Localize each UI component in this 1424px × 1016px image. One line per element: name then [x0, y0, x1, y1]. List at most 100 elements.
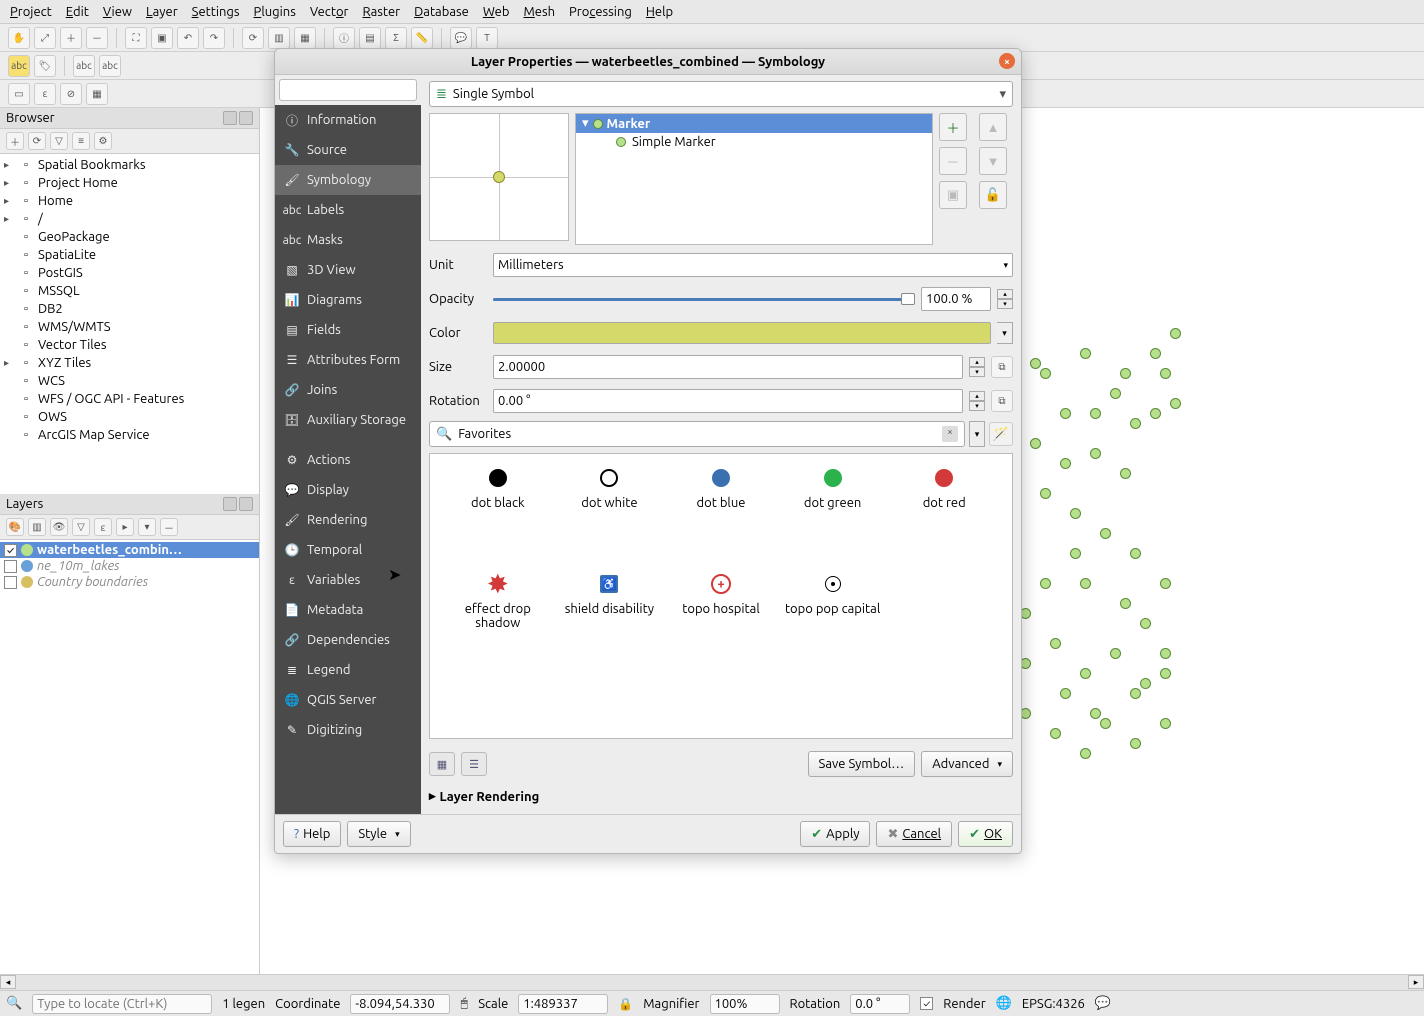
browser-item[interactable]: ▫WMS/WMTS — [0, 318, 259, 336]
layer-item[interactable]: ne_10m_lakes — [0, 558, 259, 574]
browser-item[interactable]: ▫PostGIS — [0, 264, 259, 282]
menu-database[interactable]: Database — [414, 5, 469, 19]
symbol-type-dropdown[interactable]: ≣ Single Symbol ▾ — [429, 81, 1013, 107]
crs-icon[interactable]: 🌐 — [996, 996, 1012, 1011]
color-dropdown[interactable]: ▾ — [997, 322, 1013, 344]
layer-rendering-expander[interactable]: ▸ Layer Rendering — [429, 783, 1013, 806]
browser-item[interactable]: ▫WFS / OGC API - Features — [0, 390, 259, 408]
layer-add-group-icon[interactable]: ▥ — [28, 518, 46, 536]
dialog-titlebar[interactable]: Layer Properties — waterbeetles_combined… — [275, 49, 1021, 75]
category-actions[interactable]: ⚙Actions — [275, 445, 421, 475]
epsg-label[interactable]: EPSG:4326 — [1022, 997, 1085, 1011]
rotation-input[interactable] — [850, 994, 910, 1014]
zoom-in-icon[interactable]: ＋ — [60, 27, 82, 49]
category-fields[interactable]: ▤Fields — [275, 315, 421, 345]
symbol-item[interactable]: topo pop capital — [777, 572, 889, 668]
scale-input[interactable] — [518, 994, 608, 1014]
locator-input[interactable] — [32, 994, 212, 1014]
label-move-icon[interactable]: abc — [73, 55, 95, 77]
category-dependencies[interactable]: 🔗Dependencies — [275, 625, 421, 655]
favorites-dropdown[interactable]: 🔍 Favorites × — [429, 421, 965, 447]
browser-close-icon[interactable] — [239, 111, 253, 125]
layer-checkbox[interactable] — [4, 560, 17, 573]
symbol-item[interactable]: ✸effect drop shadow — [442, 572, 554, 668]
browser-item[interactable]: ▫Vector Tiles — [0, 336, 259, 354]
layer-expr-icon[interactable]: ε — [94, 518, 112, 536]
symbol-item[interactable]: +topo hospital — [665, 572, 777, 668]
color-swatch[interactable] — [493, 322, 991, 344]
category-legend[interactable]: ≣Legend — [275, 655, 421, 685]
remove-symbol-layer-button[interactable]: － — [939, 147, 967, 175]
symbol-item[interactable]: ♿shield disability — [554, 572, 666, 668]
unit-dropdown[interactable]: Millimeters▾ — [493, 253, 1013, 277]
label-icon[interactable]: abc — [8, 55, 30, 77]
browser-item[interactable]: ▸▫Project Home — [0, 174, 259, 192]
select-by-expression-icon[interactable]: ε — [34, 83, 56, 105]
rotation-field[interactable]: 0.00 ° — [493, 389, 963, 413]
symbol-grid[interactable]: dot blackdot whitedot bluedot greendot r… — [429, 453, 1013, 739]
menu-plugins[interactable]: Plugins — [254, 5, 296, 19]
category-digitizing[interactable]: ✎Digitizing — [275, 715, 421, 745]
simple-marker-row[interactable]: Simple Marker — [576, 133, 932, 151]
style-manager-icon[interactable]: 🪄 — [989, 422, 1013, 446]
select-icon[interactable]: ▭ — [8, 83, 30, 105]
messages-icon[interactable]: 💬 — [1095, 996, 1111, 1011]
category-auxiliary-storage[interactable]: 🗄Auxiliary Storage — [275, 405, 421, 435]
browser-item[interactable]: ▫MSSQL — [0, 282, 259, 300]
symbol-item[interactable]: dot green — [777, 466, 889, 562]
menu-help[interactable]: Help — [646, 5, 673, 19]
deselect-icon[interactable]: ⊘ — [60, 83, 82, 105]
layers-close-icon[interactable] — [239, 497, 253, 511]
layers-collapse-icon[interactable] — [223, 497, 237, 511]
annotation-icon[interactable]: 💬 — [450, 27, 472, 49]
duplicate-symbol-layer-button[interactable]: ▣ — [939, 181, 967, 209]
layer-checkbox[interactable]: ✓ — [4, 544, 17, 557]
label-tool-icon[interactable]: 🏷 — [34, 55, 56, 77]
render-checkbox[interactable]: ✓ — [920, 997, 933, 1010]
category-diagrams[interactable]: 📊Diagrams — [275, 285, 421, 315]
pan-icon[interactable]: ✋ — [8, 27, 30, 49]
identify-icon[interactable]: ⓘ — [333, 27, 355, 49]
category-joins[interactable]: 🔗Joins — [275, 375, 421, 405]
marker-root-row[interactable]: ▾ Marker — [576, 114, 932, 133]
dialog-search-input[interactable] — [279, 79, 417, 101]
lock-icon[interactable]: 🔒 — [618, 997, 633, 1011]
close-icon[interactable]: × — [999, 53, 1015, 69]
category-variables[interactable]: εVariables — [275, 565, 421, 595]
menu-project[interactable]: Project — [10, 5, 52, 19]
h-scrollbar[interactable]: ◂ ▸ — [0, 974, 1424, 990]
select-all-icon[interactable]: ▦ — [86, 83, 108, 105]
advanced-button[interactable]: Advanced▾ — [921, 751, 1013, 777]
layers-tree[interactable]: ✓waterbeetles_combin…ne_10m_lakesCountry… — [0, 540, 259, 990]
symbol-item[interactable]: dot white — [554, 466, 666, 562]
help-button[interactable]: ?Help — [283, 821, 341, 847]
symbol-item[interactable]: dot blue — [665, 466, 777, 562]
menu-web[interactable]: Web — [483, 5, 510, 19]
coord-input[interactable] — [350, 994, 450, 1014]
layer-item[interactable]: Country boundaries — [0, 574, 259, 590]
properties-icon[interactable]: ⚙ — [94, 132, 112, 150]
measure-icon[interactable]: 📏 — [411, 27, 433, 49]
zoom-layer-icon[interactable]: ▣ — [151, 27, 173, 49]
zoom-full-icon[interactable]: ⛶ — [125, 27, 147, 49]
layer-remove-icon[interactable]: － — [160, 518, 178, 536]
opacity-value-field[interactable]: 100.0 % — [921, 287, 991, 311]
move-up-button[interactable]: ▲ — [979, 113, 1007, 141]
clear-filter-icon[interactable]: × — [942, 426, 958, 442]
layer-checkbox[interactable] — [4, 576, 17, 589]
label-pin-icon[interactable]: abc — [99, 55, 121, 77]
scroll-left-icon[interactable]: ◂ — [0, 975, 16, 989]
category-source[interactable]: 🔧Source — [275, 135, 421, 165]
cancel-button[interactable]: ✖Cancel — [876, 821, 952, 847]
category-attributes-form[interactable]: ☰Attributes Form — [275, 345, 421, 375]
layer-item[interactable]: ✓waterbeetles_combin… — [0, 542, 259, 558]
attributes-icon[interactable]: ▤ — [359, 27, 381, 49]
browser-item[interactable]: ▫WCS — [0, 372, 259, 390]
favorites-menu-icon[interactable]: ▾ — [969, 421, 985, 447]
menu-layer[interactable]: Layer — [146, 5, 178, 19]
browser-tree[interactable]: ▸▫Spatial Bookmarks▸▫Project Home▸▫Home▸… — [0, 154, 259, 494]
browser-item[interactable]: ▫SpatiaLite — [0, 246, 259, 264]
icon-view-button[interactable]: ▦ — [429, 752, 455, 776]
browser-collapse-icon[interactable] — [223, 111, 237, 125]
size-override-icon[interactable]: ⧉ — [991, 356, 1013, 378]
